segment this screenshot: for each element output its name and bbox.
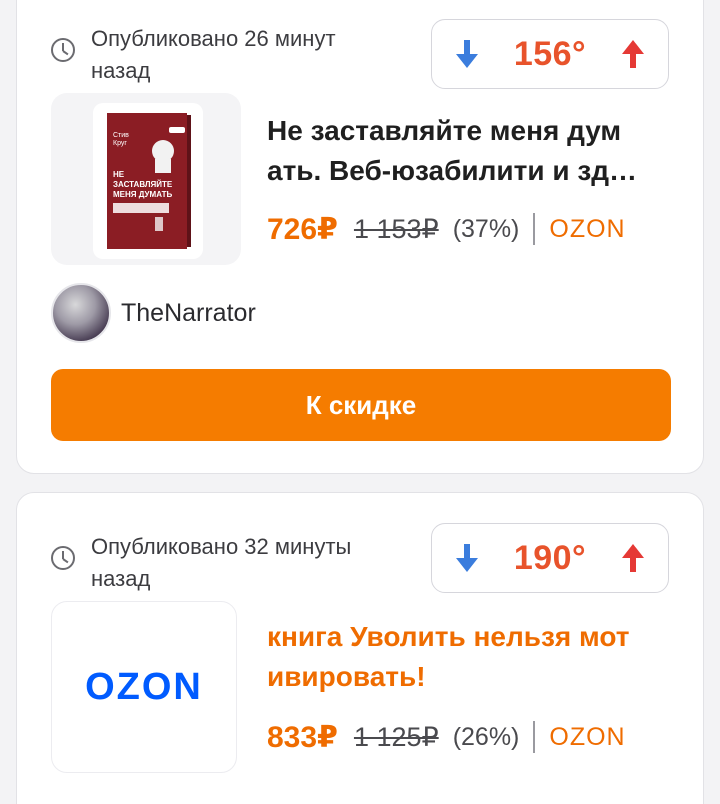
old-price: 1 153₽ [353, 213, 439, 244]
arrow-down-icon[interactable] [454, 38, 480, 70]
store-name[interactable]: OZON [549, 723, 625, 752]
deal-title-line1: Не заставляйте меня дум [267, 115, 622, 146]
svg-text:ЗАСТАВЛЯЙТЕ: ЗАСТАВЛЯЙТЕ [113, 180, 173, 189]
deal-card[interactable]: Опубликовано 26 минут назад 156° Стив Кр… [16, 0, 704, 474]
store-name[interactable]: OZON [549, 215, 625, 244]
published-text: Опубликовано 26 минут назад [91, 26, 336, 83]
clock-icon [51, 546, 75, 570]
price-row: 726₽ 1 153₽ (37%) OZON [267, 207, 672, 251]
published-info: Опубликовано 32 минуты назад [51, 531, 355, 595]
divider [533, 213, 536, 245]
ozon-logo: OZON [85, 665, 203, 708]
old-price: 1 125₽ [353, 721, 439, 752]
discount-percent: (26%) [452, 722, 520, 751]
author-info[interactable]: TheNarrator [51, 283, 256, 343]
divider [533, 721, 536, 753]
deal-title[interactable]: книга Уволить нельзя мот ивировать! [267, 617, 677, 697]
svg-text:Круг: Круг [113, 140, 127, 147]
svg-text:Стив: Стив [113, 132, 129, 139]
avatar[interactable] [51, 283, 111, 343]
arrow-up-icon[interactable] [620, 38, 646, 70]
published-info: Опубликовано 26 минут назад [51, 23, 355, 87]
go-to-deal-button[interactable]: К скидке [51, 369, 671, 441]
current-price: 833₽ [267, 720, 338, 754]
vote-box: 156° [431, 19, 669, 89]
deal-thumbnail[interactable]: OZON [51, 601, 237, 773]
published-text: Опубликовано 32 минуты назад [91, 534, 352, 591]
clock-icon [51, 38, 75, 62]
discount-percent: (37%) [452, 214, 520, 243]
arrow-down-icon[interactable] [454, 542, 480, 574]
arrow-up-icon[interactable] [620, 542, 646, 574]
current-price: 726₽ [267, 212, 338, 246]
vote-score: 156° [513, 34, 587, 73]
deal-card[interactable]: Опубликовано 32 минуты назад 190° OZON к… [16, 492, 704, 804]
deal-title-line2: ивировать! [267, 661, 426, 692]
deal-title-line1: книга Уволить нельзя мот [267, 621, 630, 652]
vote-box: 190° [431, 523, 669, 593]
vote-score: 190° [513, 538, 587, 577]
svg-text:НЕ: НЕ [113, 170, 125, 179]
deal-title[interactable]: Не заставляйте меня дум ать. Веб-юзабили… [267, 111, 677, 191]
book-cover-image: Стив Круг НЕ ЗАСТАВЛЯЙТЕ МЕНЯ ДУМАТЬ [93, 103, 203, 259]
price-row: 833₽ 1 125₽ (26%) OZON [267, 715, 672, 759]
deal-title-line2: ать. Веб-юзабилити и зд [267, 151, 677, 191]
author-name[interactable]: TheNarrator [121, 299, 256, 328]
deal-thumbnail[interactable]: Стив Круг НЕ ЗАСТАВЛЯЙТЕ МЕНЯ ДУМАТЬ [51, 93, 241, 265]
svg-text:МЕНЯ ДУМАТЬ: МЕНЯ ДУМАТЬ [113, 190, 172, 199]
